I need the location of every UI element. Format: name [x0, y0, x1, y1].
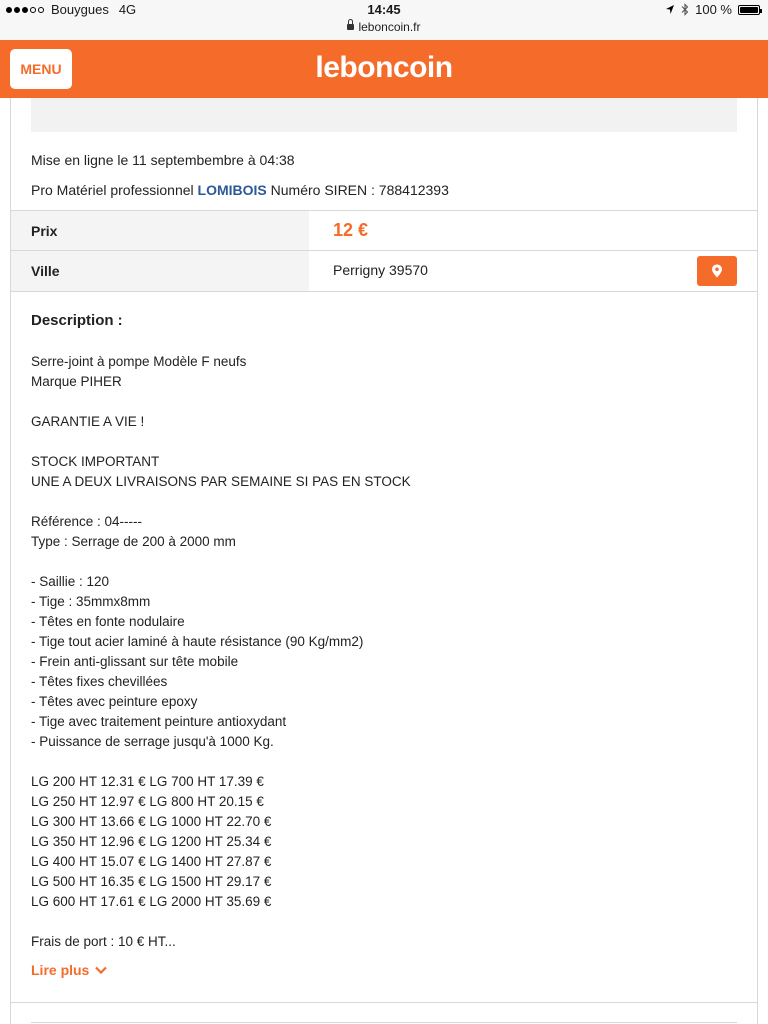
seller-name-link[interactable]: LOMIBOIS — [198, 182, 267, 198]
url-text: leboncoin.fr — [358, 20, 421, 34]
map-button[interactable] — [697, 256, 737, 286]
description-line: Serre-joint à pompe Modèle F neufs — [31, 354, 247, 369]
site-logo[interactable]: leboncoin — [0, 51, 768, 85]
map-pin-icon — [712, 264, 722, 278]
battery-percent: 100 % — [695, 2, 732, 17]
description-line: Marque PIHER — [31, 374, 122, 389]
section-divider — [11, 1002, 757, 1003]
description-line: - Tige avec traitement peinture antioxyd… — [31, 714, 287, 729]
address-bar[interactable]: leboncoin.fr — [0, 18, 768, 34]
read-more-label: Lire plus — [31, 962, 90, 978]
price-label-cell: Prix — [11, 211, 309, 251]
description-line: - Tige : 35mmx8mm — [31, 594, 151, 609]
description-line: Référence : 04----- — [31, 514, 143, 529]
description-line: - Têtes avec peinture epoxy — [31, 694, 198, 709]
description-title: Description : — [31, 312, 123, 329]
description-line: Type : Serrage de 200 à 2000 mm — [31, 534, 236, 549]
city-label: Ville — [31, 263, 60, 279]
chevron-down-icon — [95, 966, 108, 974]
description-line — [31, 752, 731, 772]
description-line — [31, 552, 731, 572]
lock-icon — [347, 18, 355, 30]
description-line: - Saillie : 120 — [31, 574, 110, 589]
description-text: Serre-joint à pompe Modèle F neufs Marque… — [31, 352, 731, 952]
seller-info: Pro Matériel professionnel LOMIBOIS Numé… — [31, 182, 449, 198]
read-more-link[interactable]: Lire plus — [31, 962, 108, 978]
description-line — [31, 392, 731, 412]
price-value: 12 € — [333, 220, 369, 240]
description-line: Frais de port : 10 € HT... — [31, 934, 176, 949]
price-label: Prix — [31, 223, 58, 239]
description-line — [31, 492, 731, 512]
system-indicators: 100 % — [665, 2, 762, 17]
posted-date: Mise en ligne le 11 septembembre à 04:38 — [31, 152, 295, 168]
description-line: - Tige tout acier laminé à haute résista… — [31, 634, 364, 649]
description-line: UNE A DEUX LIVRAISONS PAR SEMAINE SI PAS… — [31, 474, 411, 489]
description-line: LG 300 HT 13.66 € LG 1000 HT 22.70 € — [31, 814, 272, 829]
description-line: - Têtes fixes chevillées — [31, 674, 168, 689]
clock: 14:45 — [367, 2, 401, 17]
bluetooth-icon — [681, 3, 689, 16]
site-header: MENU leboncoin — [0, 40, 768, 98]
location-arrow-icon — [666, 5, 675, 14]
description-line — [31, 912, 731, 932]
description-line: LG 200 HT 12.31 € LG 700 HT 17.39 € — [31, 774, 264, 789]
status-bar: Bouygues 4G 14:45 leboncoin.fr 100 % — [0, 0, 768, 40]
city-value: Perrigny 39570 — [333, 262, 428, 278]
description-line: LG 400 HT 15.07 € LG 1400 HT 27.87 € — [31, 854, 272, 869]
description-line: LG 500 HT 16.35 € LG 1500 HT 29.17 € — [31, 874, 272, 889]
image-placeholder — [31, 98, 737, 132]
battery-icon — [738, 4, 762, 15]
city-row: Ville Perrigny 39570 — [11, 250, 757, 292]
siren-number: Numéro SIREN : 788412393 — [270, 182, 449, 198]
section-divider — [31, 1022, 737, 1023]
description-line: LG 600 HT 17.61 € LG 2000 HT 35.69 € — [31, 894, 272, 909]
price-row: Prix 12 € — [11, 210, 757, 251]
description-line: - Frein anti-glissant sur tête mobile — [31, 654, 239, 669]
description-line: STOCK IMPORTANT — [31, 454, 160, 469]
city-label-cell: Ville — [11, 251, 309, 291]
seller-type: Pro Matériel professionnel — [31, 182, 194, 198]
listing-card: Mise en ligne le 11 septembembre à 04:38… — [10, 98, 758, 1024]
description-line — [31, 432, 731, 452]
description-line: GARANTIE A VIE ! — [31, 414, 145, 429]
description-line: - Puissance de serrage jusqu'à 1000 Kg. — [31, 734, 274, 749]
description-line: LG 350 HT 12.96 € LG 1200 HT 25.34 € — [31, 834, 272, 849]
description-line: LG 250 HT 12.97 € LG 800 HT 20.15 € — [31, 794, 264, 809]
description-line: - Têtes en fonte nodulaire — [31, 614, 185, 629]
